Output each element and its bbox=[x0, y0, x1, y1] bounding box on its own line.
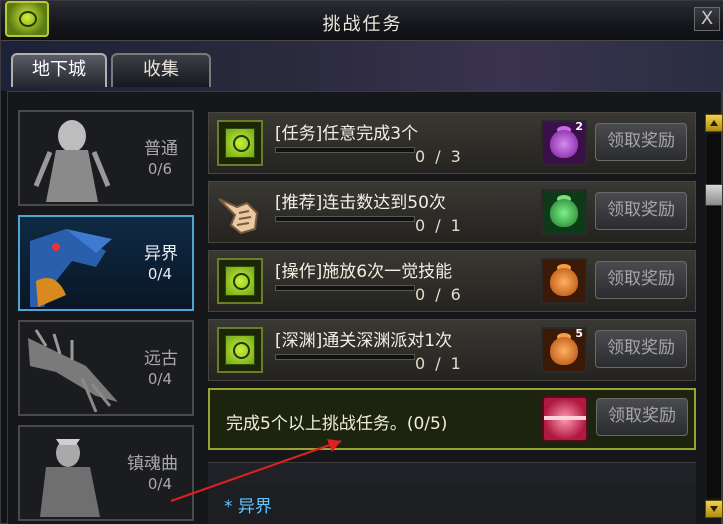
quest-title: [推荐]连击数达到50次 bbox=[275, 193, 446, 213]
quest-progress: 0/1 bbox=[415, 216, 461, 235]
dungeon-name: 远古 bbox=[144, 349, 178, 369]
quest-title: [任务]任意完成3个 bbox=[275, 124, 419, 144]
challenge-window: 挑战任务 X 地下城 收集 普通 0/6 异界 0/4 远古 0/4 镇魂曲 0… bbox=[0, 0, 723, 524]
quest-row: [深渊]通关深渊派对1次 0/1 5 领取奖励 bbox=[208, 319, 696, 381]
scroll-up-button[interactable] bbox=[705, 114, 723, 132]
quest-scroll-icon bbox=[217, 258, 263, 304]
dungeon-label-text: * 异界 bbox=[224, 497, 272, 517]
quest-row: [操作]施放6次一觉技能 0/6 领取奖励 bbox=[208, 250, 696, 312]
quest-progress: 0/6 bbox=[415, 285, 461, 304]
reward-bag-icon[interactable]: 2 bbox=[541, 120, 587, 166]
dungeon-count: 0/4 bbox=[147, 475, 172, 493]
dungeon-item-otherworld[interactable]: 异界 0/4 bbox=[18, 215, 194, 311]
summary-row: 完成5个以上挑战任务。(0/5) 领取奖励 bbox=[208, 388, 696, 450]
treasure-chest-icon[interactable] bbox=[542, 396, 588, 442]
dungeon-count: 0/6 bbox=[147, 160, 172, 178]
quest-row: [推荐]连击数达到50次 0/1 领取奖励 bbox=[208, 181, 696, 243]
girl-portrait-icon bbox=[33, 120, 111, 202]
dungeon-count: 0/4 bbox=[147, 370, 172, 388]
quest-title: [深渊]通关深渊派对1次 bbox=[275, 331, 453, 351]
claim-reward-button[interactable]: 领取奖励 bbox=[595, 192, 687, 230]
scrollbar-thumb[interactable] bbox=[705, 184, 723, 206]
selected-dungeon-label: * 异界 bbox=[208, 484, 696, 524]
window-title: 挑战任务 bbox=[322, 14, 403, 35]
quest-scroll-icon bbox=[217, 327, 263, 373]
reward-bag-icon[interactable] bbox=[541, 189, 587, 235]
reward-quantity: 5 bbox=[575, 327, 583, 340]
progress-bar bbox=[275, 147, 415, 153]
bone-dragon-portrait-icon bbox=[28, 329, 118, 412]
claim-reward-button[interactable]: 领取奖励 bbox=[596, 398, 688, 436]
title-bar: 挑战任务 X bbox=[1, 1, 723, 41]
blue-dragon-portrait-icon bbox=[30, 229, 112, 307]
dungeon-name: 普通 bbox=[144, 139, 178, 159]
tab-collection[interactable]: 收集 bbox=[111, 53, 211, 87]
claim-reward-button[interactable]: 领取奖励 bbox=[595, 123, 687, 161]
dungeon-count: 0/4 bbox=[147, 265, 172, 283]
quest-progress: 0/3 bbox=[415, 147, 461, 166]
quest-row: [任务]任意完成3个 0/3 2 领取奖励 bbox=[208, 112, 696, 174]
dungeon-name: 镇魂曲 bbox=[127, 454, 178, 474]
claim-reward-button[interactable]: 领取奖励 bbox=[595, 261, 687, 299]
summary-text: 完成5个以上挑战任务。(0/5) bbox=[226, 414, 448, 434]
dungeon-item-ancient[interactable]: 远古 0/4 bbox=[18, 320, 194, 416]
reward-bag-icon[interactable] bbox=[541, 258, 587, 304]
tab-dungeon[interactable]: 地下城 bbox=[11, 53, 107, 87]
claim-reward-button[interactable]: 领取奖励 bbox=[595, 330, 687, 368]
dungeon-item-normal[interactable]: 普通 0/6 bbox=[18, 110, 194, 206]
dungeon-item-requiem[interactable]: 镇魂曲 0/4 bbox=[18, 425, 194, 521]
scroll-down-button[interactable] bbox=[705, 500, 723, 518]
pointing-hand-icon bbox=[218, 198, 259, 235]
reward-quantity: 2 bbox=[575, 120, 583, 133]
quest-scroll-icon bbox=[217, 120, 263, 166]
quest-title: [操作]施放6次一觉技能 bbox=[275, 262, 453, 282]
dungeon-name: 异界 bbox=[144, 244, 178, 264]
content-panel: 普通 0/6 异界 0/4 远古 0/4 镇魂曲 0/4 [任务]任意完成3个 … bbox=[7, 91, 723, 524]
tab-bar: 地下城 收集 bbox=[1, 41, 723, 91]
progress-bar bbox=[275, 354, 415, 360]
warrior-portrait-icon bbox=[40, 439, 100, 517]
reward-bag-icon[interactable]: 5 bbox=[541, 327, 587, 373]
quest-progress: 0/1 bbox=[415, 354, 461, 373]
close-button[interactable]: X bbox=[694, 7, 720, 31]
progress-bar bbox=[275, 216, 415, 222]
progress-bar bbox=[275, 285, 415, 291]
